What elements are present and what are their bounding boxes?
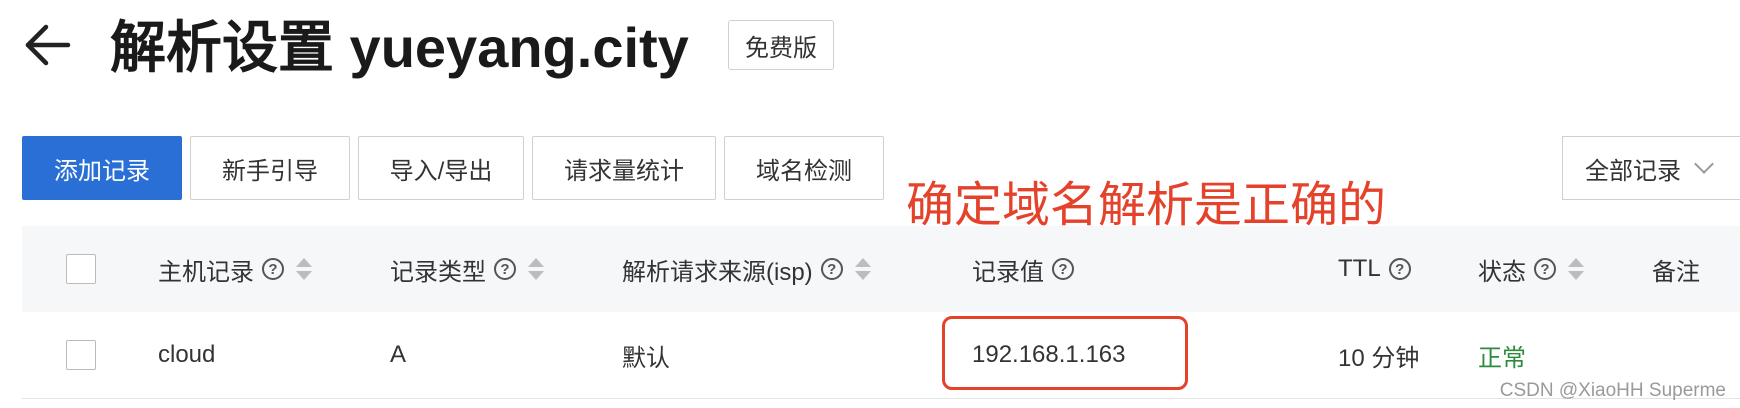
plan-badge: 免费版 xyxy=(728,20,834,70)
column-label: 记录类型 xyxy=(390,258,486,286)
column-ttl: TTL ? xyxy=(1338,226,1411,312)
select-all-checkbox[interactable] xyxy=(66,254,96,284)
column-label: 记录值 xyxy=(972,258,1044,286)
help-icon[interactable]: ? xyxy=(1388,258,1411,280)
sort-icon[interactable] xyxy=(854,258,871,280)
cell-source: 默认 xyxy=(622,344,670,372)
column-value: 记录值 ? xyxy=(972,226,1074,312)
column-label: TTL xyxy=(1338,255,1381,282)
table-row: cloud A 默认 192.168.1.163 10 分钟 正常 xyxy=(22,312,1740,399)
column-label: 解析请求来源(isp) xyxy=(622,258,813,286)
back-arrow-icon[interactable] xyxy=(22,20,72,70)
add-record-button[interactable]: 添加记录 xyxy=(22,136,182,200)
cell-host: cloud xyxy=(158,341,216,368)
watermark: CSDN @XiaoHH Superme xyxy=(1499,380,1726,401)
page-title: 解析设置 yueyang.city xyxy=(110,16,689,79)
sort-icon[interactable] xyxy=(296,258,312,280)
column-note: 备注 xyxy=(1652,226,1700,312)
column-label: 备注 xyxy=(1652,258,1700,286)
domain-check-button[interactable]: 域名检测 xyxy=(724,136,884,200)
chevron-down-icon xyxy=(1694,154,1714,174)
help-icon[interactable]: ? xyxy=(1052,258,1074,280)
request-stats-button[interactable]: 请求量统计 xyxy=(532,136,716,200)
column-host: 主机记录 ? xyxy=(158,226,312,312)
column-source: 解析请求来源(isp) ? xyxy=(622,226,871,312)
column-type: 记录类型 ? xyxy=(390,226,544,312)
row-checkbox[interactable] xyxy=(66,340,96,370)
sort-icon[interactable] xyxy=(528,258,544,280)
table-header: 主机记录 ? 记录类型 ? 解析请求来源(isp) ? 记录值 ? TTL ? … xyxy=(22,226,1740,313)
cell-ttl: 10 分钟 xyxy=(1338,344,1420,372)
help-icon[interactable]: ? xyxy=(494,258,516,280)
column-label: 状态 xyxy=(1478,258,1526,286)
help-icon[interactable]: ? xyxy=(1534,258,1556,280)
value-highlight-box xyxy=(942,316,1188,390)
help-icon[interactable]: ? xyxy=(262,258,284,280)
record-filter-label: 全部记录 xyxy=(1585,157,1681,185)
record-filter-select[interactable]: 全部记录 xyxy=(1562,136,1740,200)
import-export-button[interactable]: 导入/导出 xyxy=(358,136,524,200)
sort-icon[interactable] xyxy=(1568,258,1584,280)
help-icon[interactable]: ? xyxy=(820,258,843,280)
column-status: 状态 ? xyxy=(1478,226,1584,312)
column-label: 主机记录 xyxy=(158,258,254,286)
guide-button[interactable]: 新手引导 xyxy=(190,136,350,200)
cell-type: A xyxy=(390,341,407,368)
